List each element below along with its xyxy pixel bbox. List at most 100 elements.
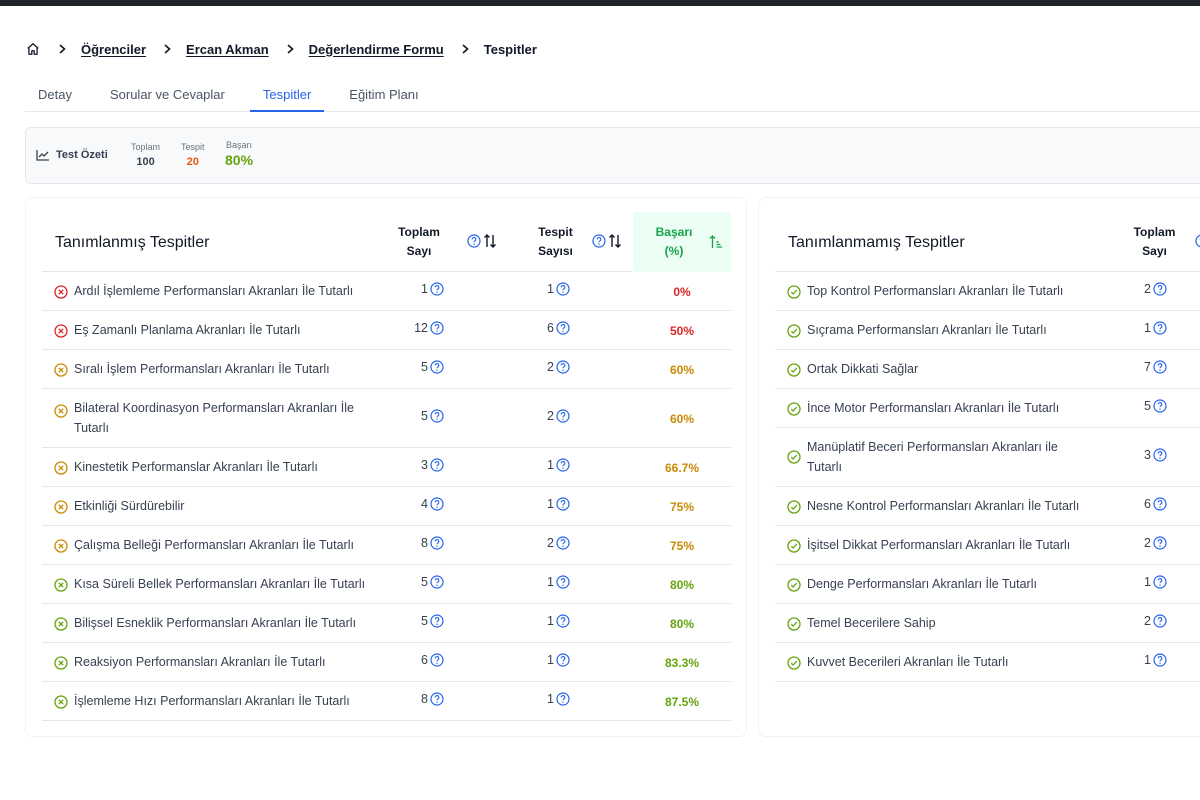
table-row[interactable]: Etkinliği Sürdürebilir 4 1 75%: [42, 487, 731, 526]
table-row[interactable]: Ortak Dikkati Sağlar 7: [775, 350, 1200, 389]
tab-egitim-plani[interactable]: Eğitim Planı: [336, 80, 431, 111]
table-row[interactable]: Reaksiyon Performansları Akranları İle T…: [42, 643, 731, 682]
breadcrumb-form-link[interactable]: Değerlendirme Formu: [309, 42, 444, 57]
toplam-sayi-value: 8: [421, 535, 428, 550]
toplam-sayi-value: 5: [421, 359, 428, 374]
help-circle-icon[interactable]: [1153, 613, 1167, 628]
help-circle-icon[interactable]: [1153, 496, 1167, 511]
help-circle-icon[interactable]: [1153, 359, 1167, 374]
sort-icon[interactable]: [608, 233, 622, 249]
table-row[interactable]: Top Kontrol Performansları Akranları İle…: [775, 272, 1200, 311]
toplam-sayi-value: 4: [421, 496, 428, 511]
help-circle-icon[interactable]: [1195, 234, 1200, 248]
table-row[interactable]: Temel Becerilere Sahip 2: [775, 604, 1200, 643]
help-circle-icon[interactable]: [430, 652, 444, 667]
help-circle-icon[interactable]: [556, 359, 570, 374]
table-row[interactable]: İnce Motor Performansları Akranları İle …: [775, 389, 1200, 428]
table-row[interactable]: Sıçrama Performansları Akranları İle Tut…: [775, 311, 1200, 350]
row-values: 5 1 80%: [42, 614, 731, 634]
row-values: 2: [775, 614, 1200, 634]
breadcrumb-student-link[interactable]: Ercan Akman: [186, 42, 269, 57]
help-circle-icon[interactable]: [430, 359, 444, 374]
help-circle-icon[interactable]: [556, 535, 570, 550]
help-circle-icon[interactable]: [430, 408, 444, 423]
help-circle-icon[interactable]: [1153, 281, 1167, 296]
help-circle-icon[interactable]: [556, 496, 570, 511]
help-circle-icon[interactable]: [467, 234, 481, 248]
table-row[interactable]: Denge Performansları Akranları İle Tutar…: [775, 565, 1200, 604]
help-circle-icon[interactable]: [1153, 574, 1167, 589]
tespit-sayisi-value: 1: [547, 652, 554, 667]
help-circle-icon[interactable]: [556, 281, 570, 296]
help-circle-icon[interactable]: [1153, 398, 1167, 413]
undefined-findings-rows: Top Kontrol Performansları Akranları İle…: [775, 272, 1200, 682]
help-circle-icon[interactable]: [430, 457, 444, 472]
tespit-sayisi-value: 1: [547, 613, 554, 628]
table-row[interactable]: İşlemleme Hızı Performansları Akranları …: [42, 682, 731, 721]
basari-percent: 60%: [669, 362, 695, 377]
help-circle-icon[interactable]: [556, 320, 570, 335]
help-circle-icon[interactable]: [430, 574, 444, 589]
table-row[interactable]: Kinestetik Performanslar Akranları İle T…: [42, 448, 731, 487]
tab-tespitler[interactable]: Tespitler: [249, 80, 325, 112]
row-values: 1: [775, 653, 1200, 673]
tespit-sayisi-value: 2: [547, 359, 554, 374]
test-summary-title: Test Özeti: [36, 149, 108, 161]
tespit-sayisi-value-cell: 2: [530, 409, 570, 423]
table-row[interactable]: Kısa Süreli Bellek Performansları Akranl…: [42, 565, 731, 604]
help-circle-icon[interactable]: [1153, 320, 1167, 335]
table-row[interactable]: Bilişsel Esneklik Performansları Akranla…: [42, 604, 731, 643]
help-circle-icon[interactable]: [556, 613, 570, 628]
tespit-sayisi-value-cell: 1: [530, 458, 570, 472]
help-circle-icon[interactable]: [430, 613, 444, 628]
col-basari: Başarı (%): [633, 212, 731, 272]
table-row[interactable]: Manüplatif Beceri Performansları Akranla…: [775, 428, 1200, 487]
test-summary-title-text: Test Özeti: [56, 149, 108, 161]
row-values: 5: [775, 399, 1200, 419]
toplam-sayi-value: 1: [1144, 652, 1151, 667]
row-values: 1: [775, 321, 1200, 341]
toplam-sayi-value-cell: 1: [1127, 575, 1167, 589]
help-circle-icon[interactable]: [1153, 652, 1167, 667]
help-circle-icon[interactable]: [1153, 447, 1167, 462]
table-row[interactable]: Sıralı İşlem Performansları Akranları İl…: [42, 350, 731, 389]
toplam-sayi-value-cell: 5: [404, 360, 444, 374]
tespit-sayisi-value-cell: 1: [530, 692, 570, 706]
home-icon[interactable]: [25, 41, 41, 57]
help-circle-icon[interactable]: [556, 691, 570, 706]
tespit-sayisi-value: 2: [547, 535, 554, 550]
toplam-sayi-value: 5: [1144, 398, 1151, 413]
sort-ascending-icon[interactable]: [709, 234, 723, 250]
table-row[interactable]: Nesne Kontrol Performansları Akranları İ…: [775, 487, 1200, 526]
help-circle-icon[interactable]: [556, 652, 570, 667]
help-circle-icon[interactable]: [556, 574, 570, 589]
table-row[interactable]: Eş Zamanlı Planlama Akranları İle Tutarl…: [42, 311, 731, 350]
col-basari-label-1: Başarı: [655, 225, 693, 239]
row-values: 6: [775, 497, 1200, 517]
table-row[interactable]: İşitsel Dikkat Performansları Akranları …: [775, 526, 1200, 565]
table-row[interactable]: Bilateral Koordinasyon Performansları Ak…: [42, 389, 731, 448]
toplam-sayi-value-cell: 2: [1127, 282, 1167, 296]
help-circle-icon[interactable]: [430, 320, 444, 335]
table-row[interactable]: Kuvvet Becerileri Akranları İle Tutarlı 1: [775, 643, 1200, 682]
basari-percent: 80%: [669, 616, 695, 631]
help-circle-icon[interactable]: [430, 281, 444, 296]
table-row[interactable]: Ardıl İşlemleme Performansları Akranları…: [42, 272, 731, 311]
help-circle-icon[interactable]: [1153, 535, 1167, 550]
help-circle-icon[interactable]: [430, 496, 444, 511]
tab-sorular-ve-cevaplar[interactable]: Sorular ve Cevaplar: [97, 80, 238, 111]
help-circle-icon[interactable]: [430, 691, 444, 706]
table-row[interactable]: Çalışma Belleği Performansları Akranları…: [42, 526, 731, 565]
help-circle-icon[interactable]: [556, 457, 570, 472]
toplam-sayi-value-cell: 5: [1127, 399, 1167, 413]
help-circle-icon[interactable]: [430, 535, 444, 550]
sort-icon[interactable]: [483, 233, 497, 249]
toplam-sayi-value: 5: [421, 613, 428, 628]
toplam-sayi-value: 12: [414, 320, 428, 335]
breadcrumb-ogrenciler-link[interactable]: Öğrenciler: [81, 42, 146, 57]
basari-percent: 50%: [669, 323, 695, 338]
table-header: Tanımlanmamış Tespitler Toplam Sayı: [775, 212, 1200, 272]
tab-detay[interactable]: Detay: [25, 80, 85, 111]
help-circle-icon[interactable]: [592, 234, 606, 248]
help-circle-icon[interactable]: [556, 408, 570, 423]
